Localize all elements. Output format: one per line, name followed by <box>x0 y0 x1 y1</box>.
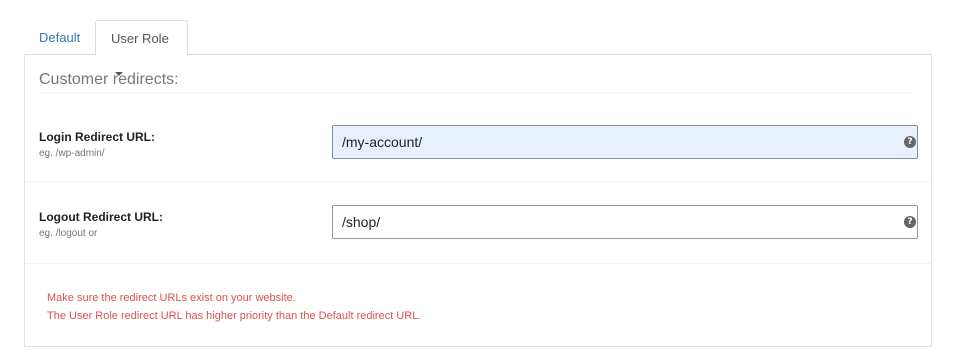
tab-user-role-label: User Role <box>111 31 169 46</box>
logout-redirect-hint: eg. /logout or <box>39 228 98 239</box>
tab-user-role[interactable]: User Role <box>95 20 188 76</box>
question-circle-icon[interactable]: ? <box>904 136 916 148</box>
customer-redirects-panel: Customer redirects: Login Redirect URL: … <box>24 54 932 347</box>
notice-line-1: Make sure the redirect URLs exist on you… <box>47 292 296 304</box>
login-redirect-row: Login Redirect URL: eg. /wp-admin/ ? <box>25 92 931 182</box>
login-redirect-label: Login Redirect URL: <box>39 130 155 144</box>
redirect-notice: Make sure the redirect URLs exist on you… <box>47 289 421 325</box>
question-circle-icon[interactable]: ? <box>904 216 916 228</box>
redirect-tabs: Default User Role <box>24 20 932 76</box>
logout-redirect-input[interactable] <box>332 205 918 239</box>
notice-line-2: The User Role redirect URL has higher pr… <box>47 310 422 322</box>
logout-redirect-row: Logout Redirect URL: eg. /logout or ? <box>25 182 931 264</box>
login-redirect-input[interactable] <box>332 125 918 159</box>
login-redirect-hint: eg. /wp-admin/ <box>39 148 105 159</box>
section-title: Customer redirects: <box>39 71 179 88</box>
logout-redirect-label: Logout Redirect URL: <box>39 210 163 224</box>
tab-default[interactable]: Default <box>24 20 95 55</box>
